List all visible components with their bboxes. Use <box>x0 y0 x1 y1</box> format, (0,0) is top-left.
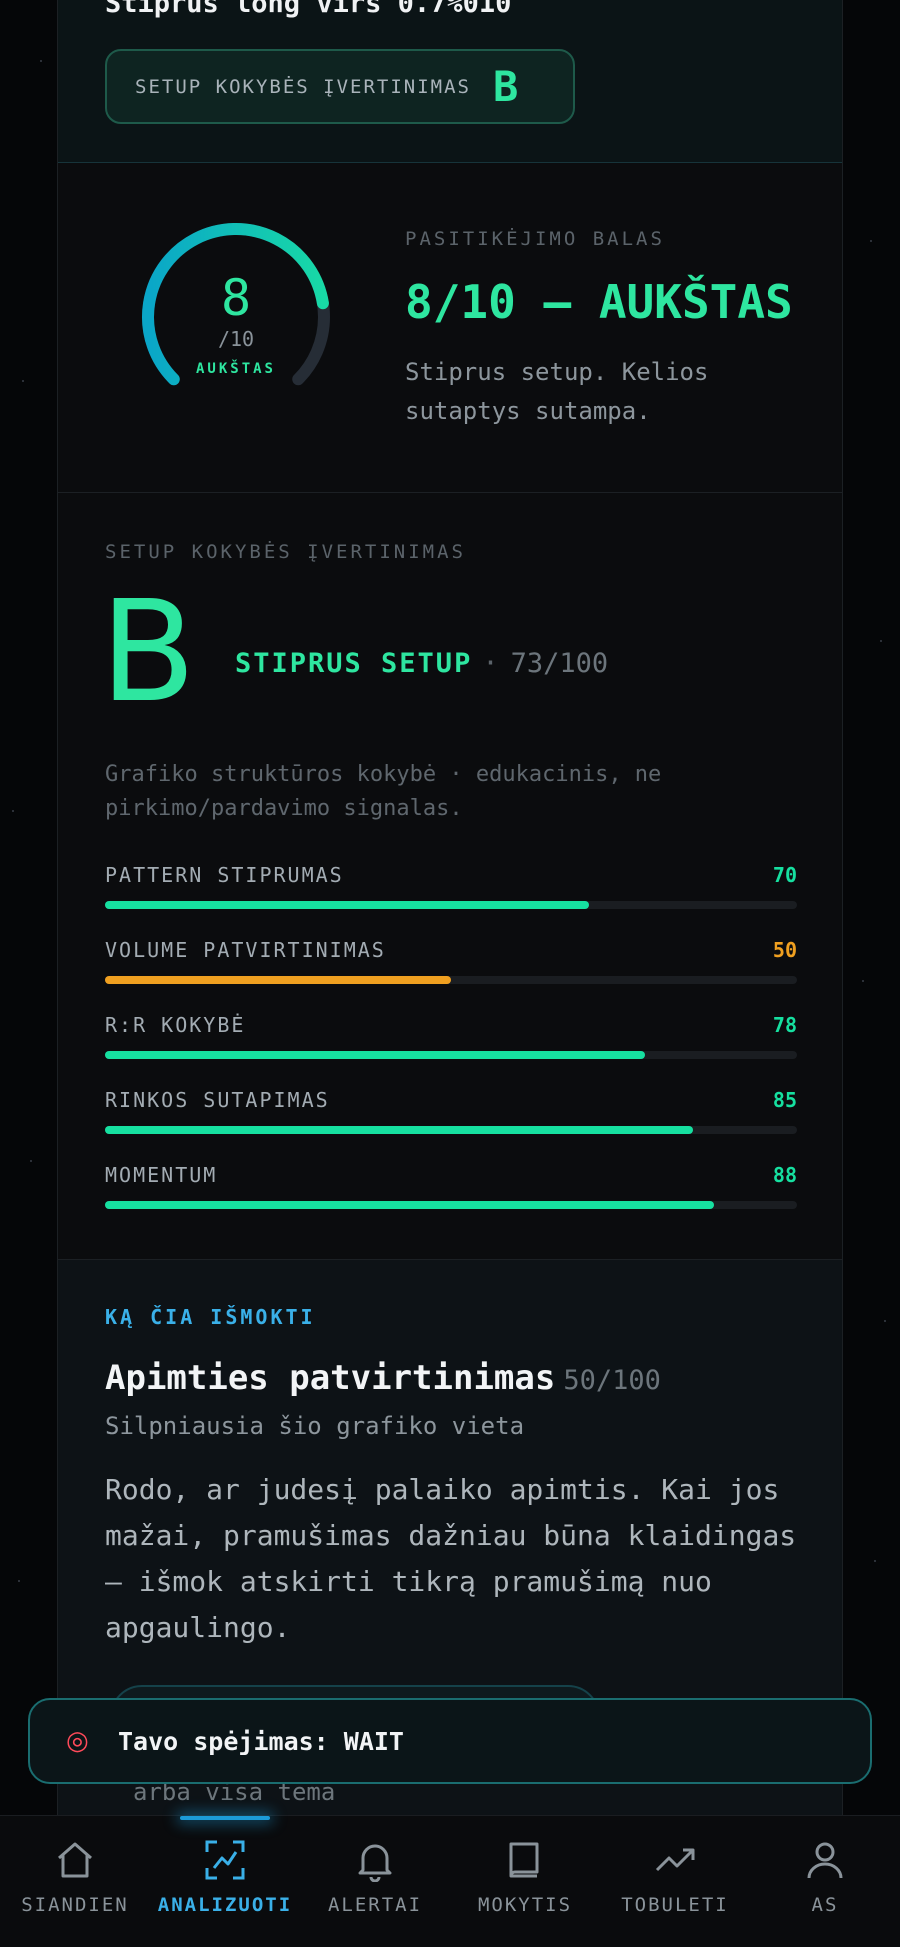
gauge-out-of: /10 <box>217 327 255 351</box>
nav-label: AS <box>811 1894 839 1916</box>
metrics-list: PATTERN STIPRUMAS 70 VOLUME PATVIRTINIMA… <box>105 863 797 1238</box>
analysis-card: Stiprus long virš 0.7%010 SETUP KOKYBĖS … <box>57 0 843 1815</box>
quality-grade: B <box>100 571 197 734</box>
learn-label: KĄ ČIA IŠMOKTI <box>105 1305 316 1329</box>
grade-pill: SETUP KOKYBĖS ĮVERTINIMAS B <box>105 49 575 124</box>
metric-value: 88 <box>772 1163 797 1187</box>
gauge-score: 8 <box>220 269 252 327</box>
guess-text: Tavo spėjimas: WAIT <box>118 1726 404 1756</box>
nav-item-improve[interactable]: TOBULETI <box>600 1838 750 1916</box>
grade-pill-value: B <box>492 62 519 111</box>
user-icon <box>807 1842 843 1879</box>
metric-track <box>105 1201 797 1209</box>
metric-fill <box>105 901 590 909</box>
nav-item-learn[interactable]: MOKYTIS <box>450 1838 600 1916</box>
metric-fill <box>105 1051 645 1059</box>
setup-title: Stiprus long virš 0.7%010 <box>105 0 512 19</box>
nav-label: ANALIZUOTI <box>157 1894 293 1916</box>
target-icon: ◎ <box>66 1726 89 1756</box>
metric-value: 78 <box>772 1013 797 1037</box>
confidence-section: 8 /10 AUKŠTAS PASITIKĖJIMO BALAS 8/10 — … <box>58 163 842 493</box>
guess-toast[interactable]: ◎ Tavo spėjimas: WAIT <box>28 1698 872 1784</box>
metric-momentum: MOMENTUM 88 <box>105 1163 797 1238</box>
nav-item-analyze[interactable]: ANALIZUOTI <box>150 1838 300 1916</box>
quality-separator: · <box>482 648 501 679</box>
metric-name: R:R KOKYBĖ <box>105 1013 246 1037</box>
chart-icon <box>205 1840 245 1880</box>
learn-subtitle: Silpniausia šio grafiko vieta <box>105 1412 525 1440</box>
metric-fill <box>105 1126 694 1134</box>
quality-section: SETUP KOKYBĖS ĮVERTINIMAS B STIPRUS SETU… <box>58 493 842 1260</box>
metric-rr: R:R KOKYBĖ 78 <box>105 1013 797 1088</box>
learn-topic-score: 50/100 <box>563 1365 661 1396</box>
metric-value: 85 <box>772 1088 797 1112</box>
metric-track <box>105 1126 797 1134</box>
metric-name: RINKOS SUTAPIMAS <box>105 1088 330 1112</box>
nav-item-profile[interactable]: AS <box>750 1838 900 1916</box>
confidence-title: 8/10 — AUKŠTAS <box>405 275 793 329</box>
bell-icon <box>358 1844 392 1882</box>
grade-pill-label: SETUP KOKYBĖS ĮVERTINIMAS <box>135 75 471 98</box>
metric-name: VOLUME PATVIRTINIMAS <box>105 938 386 962</box>
quality-score: 73/100 <box>510 648 609 679</box>
setup-header-section: Stiprus long virš 0.7%010 SETUP KOKYBĖS … <box>58 0 842 163</box>
gauge-level: AUKŠTAS <box>195 361 276 377</box>
metric-pattern: PATTERN STIPRUMAS 70 <box>105 863 797 938</box>
quality-header: SETUP KOKYBĖS ĮVERTINIMAS <box>105 541 466 563</box>
metric-value: 70 <box>772 863 797 887</box>
nav-label: ALERTAI <box>327 1894 423 1916</box>
nav-item-today[interactable]: SIANDIEN <box>0 1838 150 1916</box>
home-icon <box>58 1842 92 1878</box>
metric-track <box>105 976 797 984</box>
metric-volume: VOLUME PATVIRTINIMAS 50 <box>105 938 797 1013</box>
trend-icon <box>655 1848 695 1872</box>
confidence-gauge: 8 /10 AUKŠTAS <box>126 221 346 411</box>
confidence-label: PASITIKĖJIMO BALAS <box>405 228 665 250</box>
metric-value: 50 <box>772 938 797 962</box>
metric-name: MOMENTUM <box>105 1163 218 1187</box>
metric-market: RINKOS SUTAPIMAS 85 <box>105 1088 797 1163</box>
confidence-description: Stiprus setup. Kelios sutaptys sutampa. <box>405 358 709 425</box>
metric-track <box>105 901 797 909</box>
learn-body: Rodo, ar judesį palaiko apimtis. Kai jos… <box>105 1473 797 1644</box>
learn-topic-title: Apimties patvirtinimas <box>105 1358 556 1398</box>
quality-summary: STIPRUS SETUP · 73/100 <box>235 648 608 679</box>
metric-track <box>105 1051 797 1059</box>
quality-note: Grafiko struktūros kokybė · edukacinis, … <box>105 762 662 821</box>
nav-label: TOBULETI <box>621 1894 729 1916</box>
bottom-nav: SIANDIEN ANALIZUOTI ALERTAI MOKYTIS TOBU… <box>0 1815 900 1947</box>
nav-item-alerts[interactable]: ALERTAI <box>300 1838 450 1916</box>
quality-strength: STIPRUS SETUP <box>235 648 473 679</box>
metric-fill <box>105 976 451 984</box>
active-tab-indicator <box>180 1816 270 1820</box>
metric-name: PATTERN STIPRUMAS <box>105 863 344 887</box>
nav-label: MOKYTIS <box>477 1894 573 1916</box>
book-icon <box>509 1842 539 1878</box>
metric-fill <box>105 1201 714 1209</box>
nav-label: SIANDIEN <box>21 1894 129 1916</box>
learn-topic: Apimties patvirtinimas 50/100 <box>105 1358 661 1398</box>
